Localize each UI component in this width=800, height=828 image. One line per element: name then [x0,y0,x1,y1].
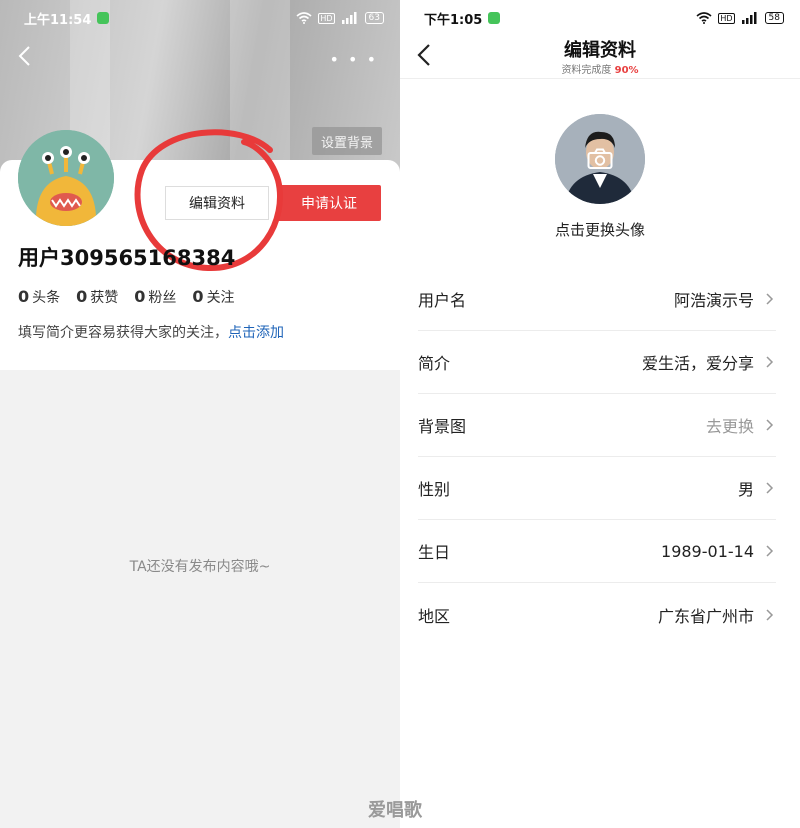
status-time: 上午11:54 [24,12,92,28]
profile-stats: 0 头条 0 获赞 0 粉丝 0 关注 [18,287,235,307]
field-value: 爱生活，爱分享 [641,354,754,373]
apply-verification-button[interactable]: 申请认证 [277,185,381,221]
field-label: 简介 [418,354,451,373]
field-row-region[interactable]: 地区 广东省广州市 [418,583,776,646]
edit-profile-screen: 下午1:05 HD 58 编辑资料 资料完成度 90% 点击更换头像 用户名 阿… [400,0,800,828]
add-bio-link[interactable]: 点击添加 [228,325,284,341]
username-visible: 用户309565 [18,246,148,270]
wifi-icon [296,12,312,24]
field-label: 生日 [418,543,451,562]
chevron-right-icon [766,293,774,305]
field-row-background[interactable]: 背景图 去更换 [418,394,776,457]
hd-icon: HD [318,12,335,24]
stat-likes[interactable]: 0 获赞 [76,287,118,307]
empty-content-text: TA还没有发布内容哦~ [129,559,271,575]
profile-photo[interactable] [555,114,645,204]
chevron-right-icon [766,419,774,431]
status-bar: 下午1:05 HD 58 [400,0,800,36]
hd-icon: HD [718,12,735,24]
stat-headlines[interactable]: 0 头条 [18,287,60,307]
chevron-right-icon [766,545,774,557]
monster-avatar-icon [18,130,114,226]
change-avatar-hint[interactable]: 点击更换头像 [400,219,800,240]
field-row-birthday[interactable]: 生日 1989-01-14 [418,520,776,583]
app-notification-icon [97,12,110,24]
camera-icon [587,148,613,169]
username: 用户309565168384 [18,242,235,272]
chevron-right-icon [766,608,774,621]
chevron-right-icon [766,356,774,368]
field-label: 性别 [418,480,451,499]
field-value: 阿浩演示号 [673,291,754,310]
signal-icon [741,12,757,24]
battery-icon: 58 [764,12,784,24]
field-label: 背景图 [418,417,467,436]
battery-icon: 63 [364,12,384,24]
stat-following[interactable]: 0 关注 [192,287,234,307]
field-row-username[interactable]: 用户名 阿浩演示号 [418,268,776,331]
status-bar: 上午11:54 HD 63 [0,0,400,36]
page-title: 编辑资料 [564,40,636,61]
chevron-right-icon [766,482,774,494]
field-row-bio[interactable]: 简介 爱生活，爱分享 [418,331,776,394]
username-obscured: 168384 [147,246,236,270]
field-value: 去更换 [705,417,754,436]
more-options-icon[interactable]: • • • [330,50,378,69]
set-background-button[interactable]: 设置背景 [312,127,382,155]
completion-percent: 90% [614,65,639,76]
field-label: 地区 [418,606,451,626]
field-value: 1989-01-14 [661,541,754,561]
profile-field-list: 用户名 阿浩演示号 简介 爱生活，爱分享 背景图 去更换 性别 男 生日 198… [418,268,776,646]
profile-screen: 上午11:54 HD 63 • • • 设置背景 编辑资料 申请认证 用户309… [0,0,400,828]
app-notification-icon [488,12,501,24]
header-divider [400,78,800,79]
field-row-gender[interactable]: 性别 男 [418,457,776,520]
status-time: 下午1:05 [424,12,483,28]
avatar[interactable] [18,130,114,226]
bio-tip: 填写简介更容易获得大家的关注，点击添加 [18,325,284,341]
field-label: 用户名 [418,291,467,310]
stat-fans[interactable]: 0 粉丝 [134,287,176,307]
field-value: 男 [737,480,754,499]
watermark-text: 爱唱歌 [368,800,422,821]
back-arrow-icon[interactable] [14,44,38,68]
field-value: 广东省广州市 [657,606,754,626]
profile-completion: 资料完成度 90% [561,65,639,76]
signal-icon [341,12,357,24]
wifi-icon [696,12,712,24]
